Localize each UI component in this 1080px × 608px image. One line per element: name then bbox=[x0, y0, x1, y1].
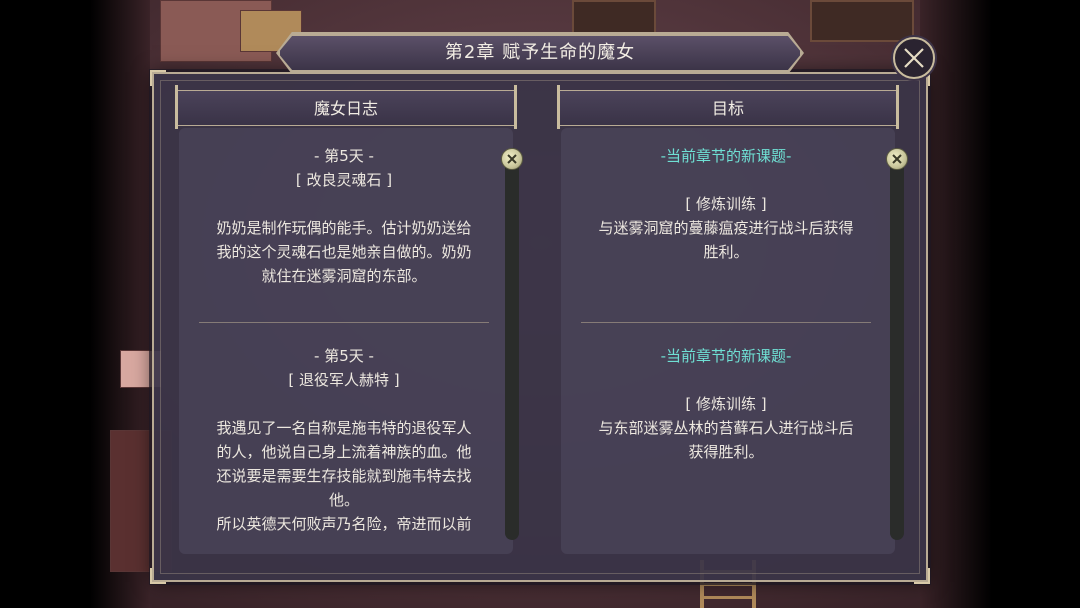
entry-body-line: 的人，他说自己身上流着神族的血。他 bbox=[216, 443, 472, 461]
dialog-title: 第2章 赋予生命的魔女 bbox=[444, 42, 636, 63]
scene-bookshelf bbox=[572, 0, 656, 36]
corner-ornament bbox=[150, 568, 166, 584]
journal-header-label: 魔女日志 bbox=[313, 99, 378, 118]
objectives-panel: 目标 -当前章节的新课题- [ 修炼训练 ] 与迷雾洞窟的蔓藤瘟疫进行战斗后获得… bbox=[557, 85, 899, 556]
entry-body-line: 还说要是需要生存技能就到施韦特去找 bbox=[216, 467, 472, 485]
objective-body-line: 与东部迷雾丛林的苔藓石人进行战斗后 bbox=[598, 419, 854, 437]
close-icon bbox=[904, 48, 924, 68]
entry-day: - 第5天 - bbox=[314, 147, 374, 165]
entry-divider bbox=[199, 322, 489, 323]
journal-panel: 魔女日志 - 第5天 - [ 改良灵魂石 ] 奶奶是制作玩偶的能手。估计奶奶送给… bbox=[175, 85, 517, 556]
objectives-header: 目标 bbox=[557, 85, 899, 129]
close-button[interactable] bbox=[893, 37, 935, 79]
entry-subject: [ 退役军人赫特 ] bbox=[288, 371, 400, 389]
journal-entry: - 第5天 - [ 改良灵魂石 ] 奶奶是制作玩偶的能手。估计奶奶送给 我的这个… bbox=[199, 144, 489, 288]
journal-header: 魔女日志 bbox=[175, 85, 517, 129]
entry-body-line: 所以英德天何败声乃名险，帝进而以前 bbox=[216, 515, 472, 533]
objective-subject: [ 修炼训练 ] bbox=[685, 195, 767, 213]
entry-divider bbox=[581, 322, 871, 323]
journal-scrollbar[interactable] bbox=[505, 160, 519, 540]
corner-ornament bbox=[150, 70, 166, 86]
entry-day: - 第5天 - bbox=[314, 347, 374, 365]
journal-list[interactable]: - 第5天 - [ 改良灵魂石 ] 奶奶是制作玩偶的能手。估计奶奶送给 我的这个… bbox=[179, 128, 513, 554]
entry-body-line: 我的这个灵魂石也是她亲自做的。奶奶 bbox=[216, 243, 472, 261]
scene-bookshelf-right bbox=[810, 0, 914, 42]
scene-right-shadow bbox=[920, 0, 1080, 608]
objective-body-line: 与迷雾洞窟的蔓藤瘟疫进行战斗后获得 bbox=[598, 219, 854, 237]
objective-body-line: 获得胜利。 bbox=[688, 443, 764, 461]
objectives-header-label: 目标 bbox=[711, 99, 744, 118]
objective-body-line: 胜利。 bbox=[703, 243, 749, 261]
objectives-scrollbar[interactable] bbox=[890, 160, 904, 540]
corner-ornament bbox=[914, 568, 930, 584]
entry-body-line: 奶奶是制作玩偶的能手。估计奶奶送给 bbox=[216, 219, 472, 237]
journal-scroll-handle[interactable] bbox=[501, 148, 523, 170]
entry-body-line: 他。 bbox=[328, 491, 359, 509]
objective-subject: [ 修炼训练 ] bbox=[685, 395, 767, 413]
objectives-scroll-handle[interactable] bbox=[886, 148, 908, 170]
journal-entry: - 第5天 - [ 退役军人赫特 ] 我遇见了一名自称是施韦特的退役军人 的人，… bbox=[199, 344, 489, 536]
objective-entry: -当前章节的新课题- [ 修炼训练 ] 与迷雾洞窟的蔓藤瘟疫进行战斗后获得 胜利… bbox=[581, 144, 871, 264]
scroll-handle-icon bbox=[507, 154, 517, 164]
objectives-list[interactable]: -当前章节的新课题- [ 修炼训练 ] 与迷雾洞窟的蔓藤瘟疫进行战斗后获得 胜利… bbox=[561, 128, 895, 554]
objective-entry: -当前章节的新课题- [ 修炼训练 ] 与东部迷雾丛林的苔藓石人进行战斗后 获得… bbox=[581, 344, 871, 464]
scroll-handle-icon bbox=[892, 154, 902, 164]
objective-label: -当前章节的新课题- bbox=[660, 147, 792, 165]
entry-body-line: 就住在迷雾洞窟的东部。 bbox=[261, 267, 427, 285]
entry-body-line: 我遇见了一名自称是施韦特的退役军人 bbox=[216, 419, 472, 437]
entry-subject: [ 改良灵魂石 ] bbox=[295, 171, 393, 189]
objective-label: -当前章节的新课题- bbox=[660, 347, 792, 365]
